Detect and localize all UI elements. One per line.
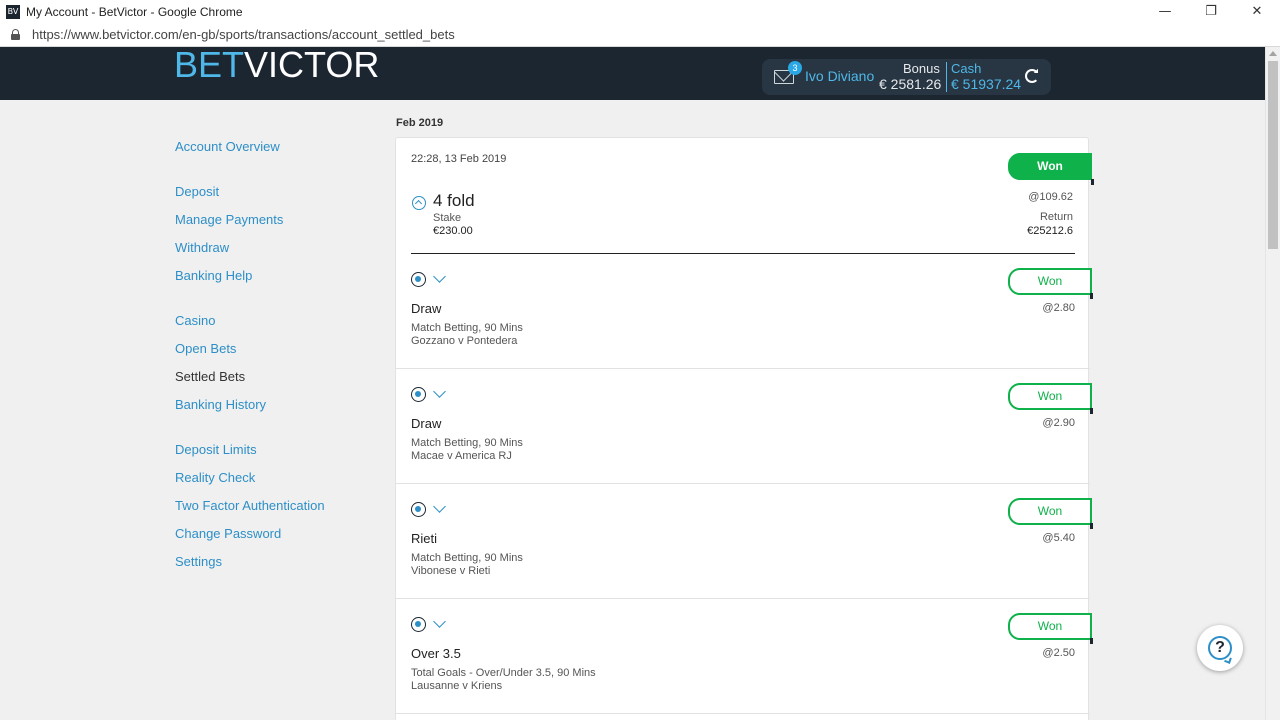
restore-button[interactable]: ❐ [1188,0,1234,23]
bet-leg: Won Draw Match Betting, 90 Mins Gozzano … [396,254,1093,369]
leg-status-badge: Won [1008,383,1093,414]
sidebar-item-settled-bets[interactable]: Settled Bets [175,368,375,396]
cash-label: Cash [951,61,982,76]
leg-market: Match Betting, 90 Mins [411,437,523,449]
leg-status-badge: Won [1008,498,1093,529]
sidebar-item-deposit[interactable]: Deposit [175,183,375,211]
leg-odds: @2.50 [1042,647,1075,659]
scroll-up-icon[interactable] [1269,51,1277,56]
sidebar-item-change-password[interactable]: Change Password [175,525,375,553]
sidebar-item-deposit-limits[interactable]: Deposit Limits [175,441,375,469]
football-icon [411,387,426,402]
mail-badge: 3 [788,61,802,75]
sidebar-item-manage-payments[interactable]: Manage Payments [175,211,375,239]
bet-date: 22:28, 13 Feb 2019 [411,153,507,165]
sidebar-item-two-factor-authentication[interactable]: Two Factor Authentication [175,497,375,525]
bet-leg: Won Over 3.5 Total Goals - Over/Under 3.… [396,599,1093,714]
scroll-thumb[interactable] [1268,61,1278,249]
football-icon [411,502,426,517]
collapse-toggle-icon[interactable] [412,196,426,210]
leg-selection: Draw [411,416,442,431]
chevron-down-icon[interactable] [433,270,446,283]
sidebar-item-withdraw[interactable]: Withdraw [175,239,375,267]
leg-odds: @2.80 [1042,302,1075,314]
page-scrollbar[interactable] [1265,47,1280,720]
url-text[interactable]: https://www.betvictor.com/en-gb/sports/t… [32,27,455,42]
bet-leg: Won Rieti Match Betting, 90 Mins Vibones… [396,484,1093,599]
bet-type-title: 4 fold [433,191,475,210]
football-icon [411,272,426,287]
leg-selection: Rieti [411,531,438,546]
leg-selection: Draw [411,301,442,316]
site-header: BETVICTOR 3 Ivo Diviano Bonus € 2581.26 … [0,44,1265,100]
chevron-down-icon[interactable] [433,500,446,513]
leg-status-badge: Won [1008,268,1093,299]
football-icon [411,617,426,632]
cash-balance: € 51937.24 [951,76,1022,92]
chevron-down-icon[interactable] [433,615,446,628]
close-window-button[interactable]: ✕ [1234,0,1280,23]
leg-event: Gozzano v Pontedera [411,335,518,347]
window-controls: — ❐ ✕ [1142,0,1280,23]
leg-event: Lausanne v Kriens [411,680,503,692]
leg-market: Match Betting, 90 Mins [411,322,523,334]
window-title: My Account - BetVictor - Google Chrome [26,4,243,19]
leg-odds: @2.90 [1042,417,1075,429]
window-titlebar: BV My Account - BetVictor - Google Chrom… [0,0,1280,23]
stake-value: €230.00 [433,225,473,237]
sidebar-item-open-bets[interactable]: Open Bets [175,340,375,368]
bonus-label: Bonus [903,61,940,76]
help-button[interactable]: ? [1197,625,1243,671]
bet-status-badge: Won [1008,153,1094,185]
sidebar-item-account-overview[interactable]: Account Overview [175,138,375,166]
leg-odds: @5.40 [1042,532,1075,544]
leg-status-badge: Won [1008,613,1093,644]
lock-icon[interactable] [11,29,20,40]
return-label: Return [1039,211,1073,223]
leg-market: Match Betting, 90 Mins [411,552,523,564]
refresh-icon[interactable] [1025,69,1039,83]
account-name[interactable]: Ivo Diviano [805,68,874,84]
leg-selection: Over 3.5 [411,646,461,661]
sidebar-item-casino[interactable]: Casino [175,312,375,340]
minimize-button[interactable]: — [1142,0,1188,23]
balance-divider [946,62,947,92]
account-summary: 3 Ivo Diviano Bonus € 2581.26 Cash € 519… [762,59,1051,95]
leg-event: Macae v America RJ [411,450,512,462]
leg-event: Vibonese v Rieti [411,565,491,577]
settled-bet-card: 22:28, 13 Feb 2019 Won 4 fold Stake €230… [395,137,1094,720]
bet-leg: Won Draw Match Betting, 90 Mins Macae v … [396,369,1093,484]
favicon-icon: BV [6,4,20,19]
leg-market: Total Goals - Over/Under 3.5, 90 Mins [411,667,596,679]
account-sidebar: Account Overview Deposit Manage Payments… [175,138,375,581]
betvictor-logo[interactable]: BETVICTOR [174,44,379,86]
return-value: €25212.6 [1027,225,1073,237]
sidebar-item-settings[interactable]: Settings [175,553,375,581]
sidebar-item-banking-history[interactable]: Banking History [175,396,375,424]
stake-label: Stake [433,212,462,224]
sidebar-item-reality-check[interactable]: Reality Check [175,469,375,497]
chevron-down-icon[interactable] [433,385,446,398]
bonus-balance: € 2581.26 [879,76,942,92]
month-heading: Feb 2019 [396,117,444,129]
bet-odds: @109.62 [1028,191,1073,203]
sidebar-item-banking-help[interactable]: Banking Help [175,267,375,295]
